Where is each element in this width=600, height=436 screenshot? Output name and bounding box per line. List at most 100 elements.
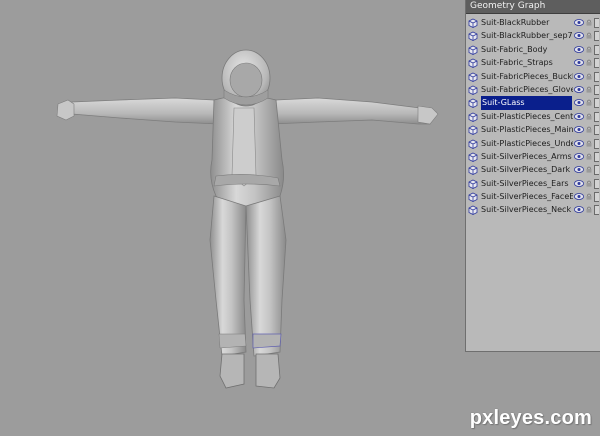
- list-item[interactable]: Suit-SilverPieces_FaceEdge: [468, 190, 599, 203]
- item-label: Suit-FabricPieces_Buckle: [481, 71, 573, 81]
- left-ankle-band: [218, 333, 247, 349]
- cube-icon: [468, 152, 478, 162]
- geometry-list: Suit-BlackRubber Suit-BlackRubber_sep76 …: [468, 16, 599, 217]
- eye-icon[interactable]: [574, 59, 584, 67]
- cube-icon: [468, 206, 478, 216]
- row-edge: [594, 125, 599, 136]
- list-item[interactable]: Suit-PlasticPieces_Main: [468, 123, 599, 136]
- cube-icon: [468, 165, 478, 176]
- helmet-visor: [229, 62, 263, 98]
- row-edge: [594, 111, 599, 122]
- item-label: Suit-SilverPieces_Neck: [481, 205, 572, 215]
- eye-icon[interactable]: [574, 86, 584, 93]
- lock-icon[interactable]: [586, 59, 592, 66]
- row-edge: [594, 165, 599, 176]
- lock-icon[interactable]: [586, 180, 592, 187]
- cube-icon: [468, 125, 478, 136]
- lock-icon[interactable]: [586, 99, 592, 106]
- row-edge: [594, 18, 599, 28]
- eye-icon[interactable]: [574, 206, 584, 214]
- list-item[interactable]: Suit-SilverPieces_Arms: [468, 150, 599, 163]
- eye-icon[interactable]: [574, 112, 584, 120]
- cube-icon: [468, 139, 478, 149]
- panel-title: Geometry Graph: [466, 0, 600, 14]
- eye-icon[interactable]: [574, 45, 584, 53]
- row-edge: [594, 138, 599, 149]
- lock-icon[interactable]: [586, 32, 592, 39]
- lock-icon[interactable]: [586, 193, 592, 200]
- list-item[interactable]: Suit-FabricPieces_Gloves: [468, 83, 599, 96]
- lock-icon[interactable]: [586, 86, 592, 93]
- cube-icon: [468, 18, 478, 28]
- right-arm: [271, 97, 437, 125]
- row-edge: [594, 205, 599, 216]
- lock-icon[interactable]: [586, 46, 592, 53]
- lock-icon[interactable]: [586, 113, 592, 120]
- cube-icon: [468, 179, 478, 189]
- lock-icon[interactable]: [586, 166, 592, 173]
- cube-icon: [468, 98, 478, 109]
- row-edge: [594, 44, 599, 55]
- lock-icon[interactable]: [586, 140, 592, 147]
- item-label: Suit-BlackRubber_sep76: [481, 31, 573, 41]
- list-item[interactable]: Suit-BlackRubber_sep76: [468, 29, 599, 42]
- cube-icon: [468, 45, 478, 55]
- eye-icon[interactable]: [574, 153, 584, 160]
- left-leg: [209, 195, 247, 357]
- row-edge: [594, 98, 599, 109]
- right-ankle-band: [252, 333, 282, 349]
- list-item[interactable]: Suit-FabricPieces_Buckle: [468, 70, 599, 83]
- eye-icon[interactable]: [574, 179, 584, 187]
- list-item[interactable]: Suit-BlackRubber: [468, 16, 599, 29]
- item-label: Suit-SilverPieces_Arms: [481, 151, 572, 161]
- cube-icon: [468, 31, 478, 42]
- watermark-logo: pxleyes.com: [469, 407, 592, 429]
- eye-icon[interactable]: [574, 139, 584, 147]
- cube-icon: [468, 58, 478, 69]
- lock-icon[interactable]: [586, 19, 592, 26]
- item-label: Suit-SilverPieces_Ears: [481, 178, 569, 188]
- list-item[interactable]: Suit-PlasticPieces_Center: [468, 110, 599, 123]
- astronaut-model[interactable]: [0, 0, 470, 436]
- row-edge: [594, 71, 599, 82]
- row-edge: [594, 151, 599, 162]
- row-edge: [594, 58, 599, 69]
- eye-icon[interactable]: [574, 72, 584, 80]
- cube-icon: [468, 112, 478, 122]
- list-item-selected[interactable]: Suit-GLass: [468, 96, 599, 110]
- left-hand: [56, 99, 75, 121]
- item-label: Suit-BlackRubber: [481, 18, 550, 27]
- right-hand: [417, 105, 439, 125]
- item-label: Suit-Fabric_Body: [481, 44, 548, 54]
- eye-icon[interactable]: [574, 19, 584, 26]
- item-label: Suit-SilverPieces_Dark: [481, 165, 571, 175]
- list-item[interactable]: Suit-Fabric_Straps: [468, 56, 599, 69]
- list-item[interactable]: Suit-SilverPieces_Neck: [468, 203, 599, 216]
- cube-icon: [468, 192, 478, 203]
- eye-icon[interactable]: [574, 193, 584, 200]
- right-boot: [255, 353, 281, 389]
- list-item[interactable]: Suit-SilverPieces_Ears: [468, 177, 599, 190]
- item-label: Suit-PlasticPieces_Center: [481, 111, 573, 121]
- lock-icon[interactable]: [586, 206, 592, 214]
- item-label: Suit-FabricPieces_Gloves: [481, 84, 573, 94]
- cube-icon: [468, 72, 478, 82]
- eye-icon[interactable]: [574, 32, 584, 40]
- list-item[interactable]: Suit-Fabric_Body: [468, 43, 599, 56]
- left-arm: [57, 97, 219, 125]
- item-label: Suit-PlasticPieces_Under: [481, 138, 573, 148]
- lock-icon[interactable]: [586, 153, 592, 160]
- lock-icon[interactable]: [586, 126, 592, 133]
- row-edge: [594, 178, 599, 189]
- row-edge: [594, 192, 599, 203]
- lock-icon[interactable]: [586, 73, 592, 80]
- left-boot: [219, 353, 245, 389]
- item-label: Suit-SilverPieces_FaceEdge: [481, 192, 573, 202]
- list-item[interactable]: Suit-SilverPieces_Dark: [468, 163, 599, 176]
- eye-icon[interactable]: [574, 99, 584, 107]
- list-item[interactable]: Suit-PlasticPieces_Under: [468, 137, 599, 150]
- geometry-graph-panel: Geometry Graph Suit-BlackRubber Suit-Bla…: [465, 0, 600, 352]
- eye-icon[interactable]: [574, 126, 584, 134]
- eye-icon[interactable]: [574, 166, 584, 174]
- cube-icon: [468, 85, 478, 95]
